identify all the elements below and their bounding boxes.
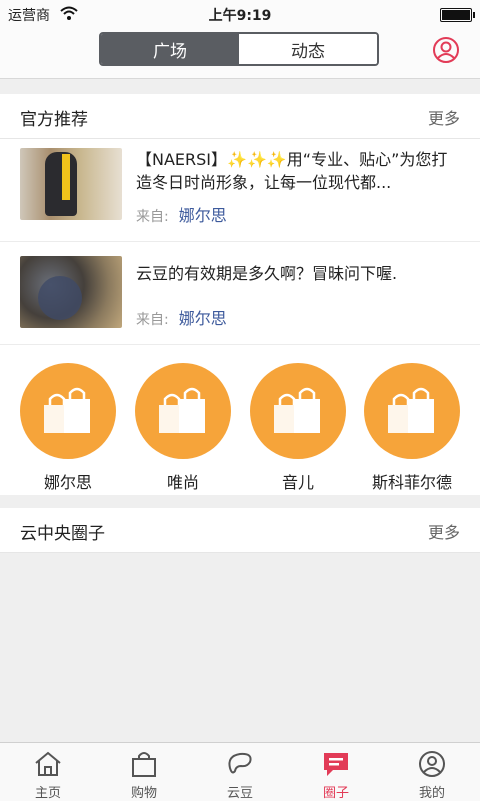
- status-bar: 运营商 上午9:19: [0, 0, 480, 28]
- cloud-section: 云中央圈子 更多: [0, 508, 480, 553]
- brand-item[interactable]: 音儿: [250, 363, 346, 493]
- brand-name: 娜尔思: [43, 473, 92, 492]
- brand-name: 斯科菲尔德: [371, 473, 452, 492]
- source-name-link[interactable]: 娜尔思: [179, 206, 227, 225]
- cloud-more-link[interactable]: 更多: [428, 519, 460, 543]
- official-section: 官方推荐 更多 【NAERSI】✨✨✨用“专业、贴心”为您打造冬日时尚形象，让每…: [0, 94, 480, 495]
- official-title: 官方推荐: [20, 110, 88, 130]
- tab-home[interactable]: 主页: [0, 743, 96, 801]
- post-thumbnail: [20, 148, 122, 220]
- brand-item[interactable]: 娜尔思: [20, 363, 116, 493]
- brand-row: 娜尔思 唯尚 音儿 斯科菲尔德: [0, 345, 480, 495]
- tab-label: 我的: [418, 786, 445, 801]
- tab-label: 购物: [130, 786, 157, 801]
- post-source: 来自: 娜尔思: [136, 305, 227, 329]
- home-icon: [35, 751, 61, 776]
- bean-icon: [228, 752, 252, 774]
- source-label: 来自:: [136, 209, 169, 225]
- tab-beans[interactable]: 云豆: [192, 743, 288, 801]
- shopping-bag-icon: [250, 363, 346, 459]
- official-more-link[interactable]: 更多: [428, 105, 460, 129]
- segment-feed[interactable]: 动态: [239, 34, 377, 64]
- official-header: 官方推荐 更多: [0, 94, 480, 139]
- battery-icon: [440, 8, 475, 22]
- post-thumbnail: [20, 256, 122, 328]
- brand-name: 唯尚: [166, 473, 199, 492]
- tab-label: 云豆: [226, 786, 253, 801]
- brand-name: 音儿: [281, 473, 314, 492]
- tab-label: 主页: [34, 786, 61, 801]
- segmented-control: 广场 动态: [99, 32, 379, 66]
- post-text: 云豆的有效期是多久啊？冒昧问下喔.: [136, 264, 398, 283]
- shopping-bag-icon: [364, 363, 460, 459]
- chat-bubble-icon: [324, 753, 348, 776]
- cloud-header: 云中央圈子 更多: [0, 508, 480, 553]
- source-name-link[interactable]: 娜尔思: [179, 309, 227, 328]
- brand-item[interactable]: 唯尚: [135, 363, 231, 493]
- list-item[interactable]: 云豆的有效期是多久啊？冒昧问下喔. 来自: 娜尔思: [0, 242, 480, 345]
- tab-shopping[interactable]: 购物: [96, 743, 192, 801]
- nav-bar: 广场 动态: [0, 28, 480, 79]
- post-source: 来自: 娜尔思: [136, 202, 227, 226]
- tab-circle[interactable]: 圈子: [288, 743, 384, 801]
- tab-mine[interactable]: 我的: [384, 743, 480, 801]
- status-time: 上午9:19: [208, 8, 272, 24]
- shopping-bag-icon: [20, 363, 116, 459]
- tab-label: 圈子: [322, 786, 349, 801]
- cloud-title: 云中央圈子: [20, 524, 105, 544]
- segment-square[interactable]: 广场: [101, 34, 239, 64]
- source-label: 来自:: [136, 312, 169, 328]
- person-circle-icon[interactable]: [432, 36, 460, 64]
- tab-bar: 主页 购物 云豆 圈子 我的: [0, 742, 480, 801]
- list-item[interactable]: 【NAERSI】✨✨✨用“专业、贴心”为您打造冬日时尚形象，让每一位现代都...…: [0, 139, 480, 242]
- brand-item[interactable]: 斯科菲尔德: [364, 363, 460, 493]
- post-text: 【NAERSI】✨✨✨用“专业、贴心”为您打造冬日时尚形象，让每一位现代都...: [136, 150, 448, 192]
- shopping-bag-icon: [135, 363, 231, 459]
- person-circle-icon: [419, 751, 445, 777]
- shopping-bag-icon: [132, 752, 156, 777]
